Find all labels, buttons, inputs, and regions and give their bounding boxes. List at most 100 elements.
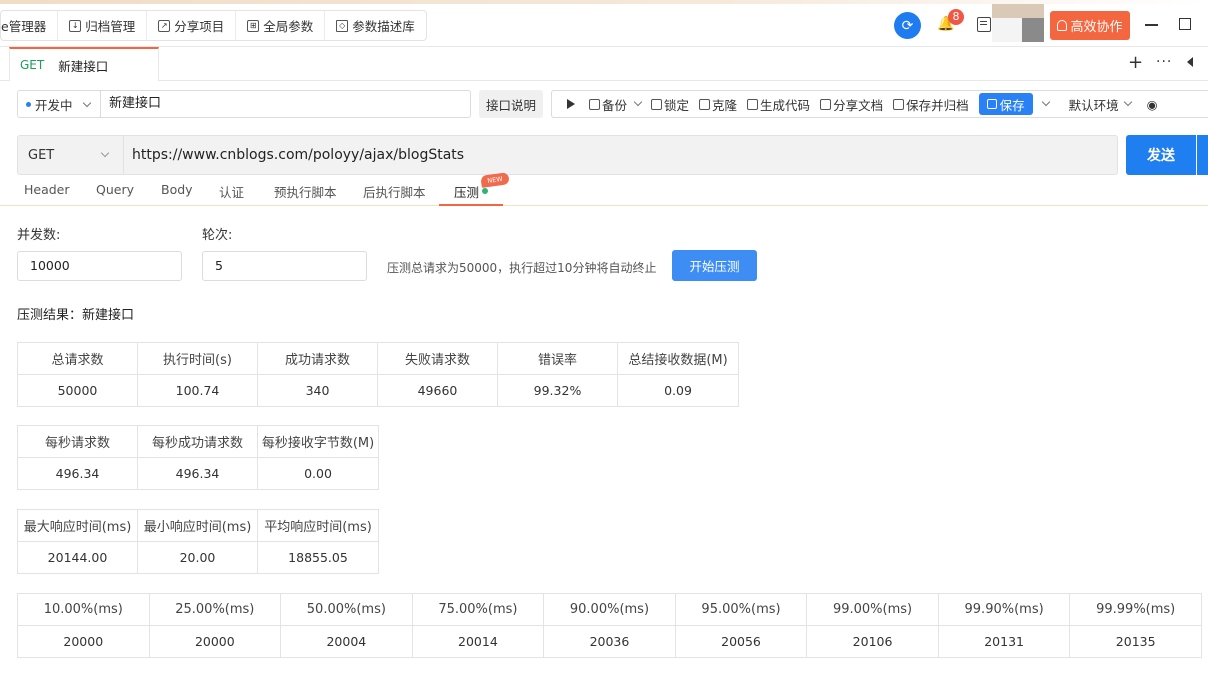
method-value: GET [28, 147, 55, 163]
throughput-table: 每秒请求数 每秒成功请求数 每秒接收字节数(M) 496.34 496.34 0… [17, 425, 379, 490]
sync-icon[interactable]: ⟳ [894, 12, 921, 39]
save-button[interactable]: 保存 [978, 93, 1033, 115]
table-header: 平均响应时间(ms) [257, 509, 379, 542]
collapse-left-icon[interactable] [1187, 57, 1193, 67]
table-header: 95.00%(ms) [674, 593, 808, 626]
table-cell: 20135 [1069, 625, 1202, 658]
table-cell: 100.74 [137, 374, 258, 407]
env-select[interactable]: 默认环境 [1069, 95, 1132, 114]
tab-header[interactable]: Header [24, 182, 70, 197]
nav-tab-label: 参数描述库 [352, 19, 415, 34]
tab-body[interactable]: Body [161, 182, 193, 197]
doc-tab-method: GET [20, 58, 45, 72]
table-header-row: 最大响应时间(ms) 最小响应时间(ms) 平均响应时间(ms) [17, 509, 379, 542]
table-cell: 0.09 [617, 374, 739, 407]
table-header: 每秒成功请求数 [137, 425, 258, 458]
clone-icon [699, 98, 711, 110]
table-row: 496.34 496.34 0.00 [17, 457, 379, 490]
tab-query[interactable]: Query [96, 182, 134, 197]
params-icon: ⊞ [247, 19, 260, 32]
tab-pre-script[interactable]: 预执行脚本 [274, 182, 337, 201]
table-cell: 50000 [17, 374, 138, 407]
table-cell: 496.34 [137, 457, 258, 490]
table-cell: 20000 [17, 625, 150, 658]
nav-tab-param-library[interactable]: ◇ 参数描述库 [325, 11, 426, 40]
table-header: 总结接收数据(M) [617, 342, 739, 375]
minimize-icon[interactable] [1145, 24, 1158, 26]
url-input[interactable]: https://www.cnblogs.com/poloyy/ajax/blog… [123, 135, 1118, 175]
eye-icon[interactable]: ◉ [1147, 97, 1158, 112]
table-header: 75.00%(ms) [411, 593, 545, 626]
lock-button[interactable]: 锁定 [651, 95, 689, 114]
table-cell: 20144.00 [17, 541, 138, 574]
table-cell: 20056 [674, 625, 808, 658]
backup-icon [589, 98, 600, 110]
nav-tab-share[interactable]: ↗ 分享项目 [147, 11, 237, 40]
lock-label: 锁定 [664, 97, 690, 113]
table-cell: 20004 [280, 625, 413, 658]
concurrency-input[interactable]: 10000 [17, 251, 182, 281]
table-header: 最小响应时间(ms) [137, 509, 258, 542]
chevron-down-icon [100, 148, 110, 158]
nav-tab-label: 全局参数 [263, 19, 314, 34]
doc-tab-active[interactable]: GET 新建接口 [9, 47, 159, 81]
notes-icon[interactable] [977, 17, 991, 32]
collab-button[interactable]: 高效协作 [1050, 11, 1130, 40]
table-header: 90.00%(ms) [543, 593, 676, 626]
nav-tab-archive[interactable]: ↓ 归档管理 [58, 11, 148, 40]
save-archive-label: 保存并归档 [906, 97, 969, 113]
nav-tab-label: 归档管理 [85, 19, 136, 34]
more-icon[interactable]: ··· [1156, 54, 1172, 70]
send-button[interactable]: 发送 [1126, 135, 1196, 175]
gencode-label: 生成代码 [760, 97, 811, 113]
table-cell: 18855.05 [257, 541, 379, 574]
tab-post-script[interactable]: 后执行脚本 [363, 182, 426, 201]
status-select[interactable]: 开发中 [17, 90, 101, 118]
nav-tab-manager[interactable]: e管理器 [1, 11, 59, 40]
table-header: 成功请求数 [257, 342, 378, 375]
user-icon [1057, 20, 1068, 31]
table-header-row: 总请求数 执行时间(s) 成功请求数 失败请求数 错误率 总结接收数据(M) [17, 342, 739, 375]
table-header: 每秒接收字节数(M) [257, 425, 379, 458]
active-tab-underline [439, 204, 503, 206]
status-dot [26, 101, 31, 107]
nav-tab-global-params[interactable]: ⊞ 全局参数 [236, 11, 326, 40]
table-header: 执行时间(s) [137, 342, 258, 375]
start-stress-button[interactable]: 开始压测 [672, 250, 757, 281]
clone-button[interactable]: 克隆 [699, 95, 737, 114]
avatar[interactable] [992, 4, 1044, 42]
stress-hint: 压测总请求为50000，执行超过10分钟将自动终止 [387, 261, 657, 275]
table-header: 错误率 [497, 342, 618, 375]
method-select[interactable]: GET [17, 135, 123, 175]
rounds-input[interactable]: 5 [202, 251, 367, 281]
share-doc-button[interactable]: 分享文档 [820, 95, 883, 114]
concurrency-label: 并发数: [17, 228, 61, 243]
archive-icon [893, 98, 905, 110]
gencode-button[interactable]: 生成代码 [747, 95, 810, 114]
send-dropdown[interactable] [1197, 135, 1208, 175]
backup-button[interactable]: 备份 [589, 95, 643, 114]
plus-icon[interactable]: + [1128, 54, 1143, 72]
top-bar: e管理器 ↓ 归档管理 ↗ 分享项目 ⊞ 全局参数 ◇ 参数描述库 ⟳ 🔔 8 高效协作 [0, 0, 1208, 47]
save-icon [986, 99, 997, 109]
table-cell: 20131 [937, 625, 1071, 658]
nav-tab-label: 分享项目 [174, 19, 225, 34]
table-cell: 0.00 [257, 457, 379, 490]
api-name-input[interactable]: 新建接口 [100, 90, 471, 118]
tab-stress-test[interactable]: 压测 [454, 182, 479, 201]
chevron-down-icon [1123, 97, 1132, 107]
table-header: 最大响应时间(ms) [17, 509, 138, 542]
api-desc-button[interactable]: 接口说明 [479, 90, 543, 118]
run-icon[interactable] [567, 99, 575, 109]
table-header: 总请求数 [17, 342, 138, 375]
save-dropdown-icon[interactable] [1041, 97, 1050, 107]
status-value: 开发中 [35, 97, 73, 113]
save-archive-button[interactable]: 保存并归档 [893, 95, 969, 114]
top-nav-tabs: e管理器 ↓ 归档管理 ↗ 分享项目 ⊞ 全局参数 ◇ 参数描述库 [0, 10, 427, 41]
table-cell: 20.00 [137, 541, 258, 574]
table-header: 99.90%(ms) [937, 593, 1071, 626]
tab-auth[interactable]: 认证 [219, 182, 244, 201]
lock-icon [651, 98, 663, 110]
maximize-icon[interactable] [1179, 18, 1191, 30]
table-cell: 20000 [148, 625, 282, 658]
